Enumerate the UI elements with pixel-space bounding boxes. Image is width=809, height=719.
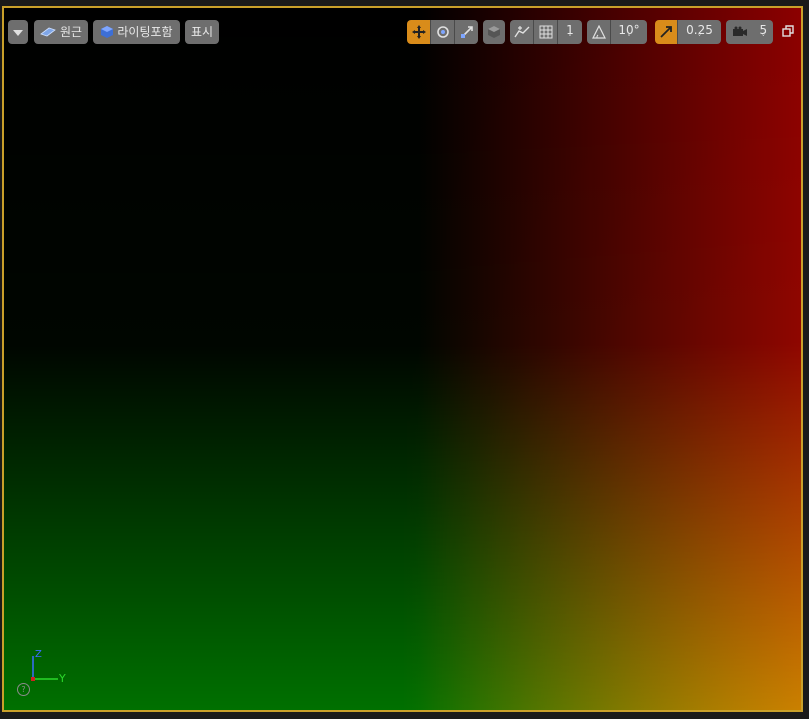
viewport-options-button[interactable]: [8, 20, 28, 44]
scale-snap-toggle[interactable]: [655, 20, 678, 44]
camera-speed-button[interactable]: 5 ˅: [726, 20, 773, 44]
camera-speed-value-label: 5: [759, 22, 768, 37]
grid-icon: [539, 25, 553, 39]
scale-icon: [460, 25, 474, 39]
translate-mode-button[interactable]: [407, 20, 431, 44]
y-axis-label: Y: [59, 672, 66, 685]
scale-snap-value-label: 0.25: [686, 22, 713, 37]
viewport-toolbar: 원근 라이팅포함 표시 1 ˅ 10° ˅ 0.25 ˅ 5 ˅: [4, 14, 801, 50]
grid-snap-value[interactable]: 1 ˅: [558, 20, 582, 44]
axis-indicator: Z Y ?: [16, 648, 76, 698]
perspective-button[interactable]: 원근: [34, 20, 88, 44]
z-axis-label: Z: [35, 649, 42, 660]
scale-mode-button[interactable]: [455, 20, 478, 44]
lit-cube-icon: [100, 25, 114, 39]
move-icon: [411, 25, 426, 39]
rotation-snap-caret-icon: ˅: [627, 33, 631, 42]
rotate-icon: [436, 25, 450, 39]
viewport-gradient-overlay: [4, 8, 801, 710]
grid-snap-value-label: 1: [566, 22, 574, 37]
rotation-snap-group: 10° ˅: [587, 20, 647, 44]
surface-snap-button[interactable]: [510, 20, 534, 44]
camera-icon: [732, 26, 748, 38]
camera-speed-caret-icon: ˅: [761, 33, 766, 42]
camera-speed-value: 5 ˅: [760, 23, 768, 42]
surface-snap-icon: [513, 25, 530, 39]
angle-icon: [591, 25, 606, 39]
viewport-frame[interactable]: 원근 라이팅포함 표시 1 ˅ 10° ˅ 0.25 ˅ 5 ˅: [2, 6, 803, 712]
rotate-mode-button[interactable]: [431, 20, 455, 44]
grid-snap-toggle[interactable]: [534, 20, 558, 44]
transform-mode-group: [407, 20, 478, 44]
perspective-label: 원근: [59, 25, 83, 39]
coordinate-space-button[interactable]: [483, 20, 505, 44]
scale-snap-group: 0.25 ˅: [655, 20, 721, 44]
rotation-snap-value[interactable]: 10° ˅: [611, 20, 647, 44]
scale-snap-caret-icon: ˅: [697, 33, 702, 42]
chevron-down-icon: [13, 20, 23, 44]
scale-snap-value[interactable]: 0.25 ˅: [678, 20, 721, 44]
rotation-snap-toggle[interactable]: [587, 20, 611, 44]
help-icon[interactable]: ?: [17, 683, 30, 696]
rotation-snap-value-label: 10°: [618, 22, 640, 37]
show-button[interactable]: 표시: [185, 20, 219, 44]
restore-window-icon: [782, 25, 794, 37]
camera-speed-group: 5 ˅: [726, 20, 773, 44]
grid-snap-caret-icon: ˅: [568, 33, 572, 42]
grid-snap-group: 1 ˅: [510, 20, 582, 44]
cube-icon: [487, 25, 501, 39]
scale-snap-icon: [660, 26, 672, 38]
perspective-icon: [40, 26, 56, 38]
lighting-mode-button[interactable]: 라이팅포함: [93, 20, 180, 44]
maximize-viewport-button[interactable]: [780, 23, 796, 39]
lighting-mode-label: 라이팅포함: [117, 25, 173, 39]
show-label: 표시: [190, 25, 214, 39]
